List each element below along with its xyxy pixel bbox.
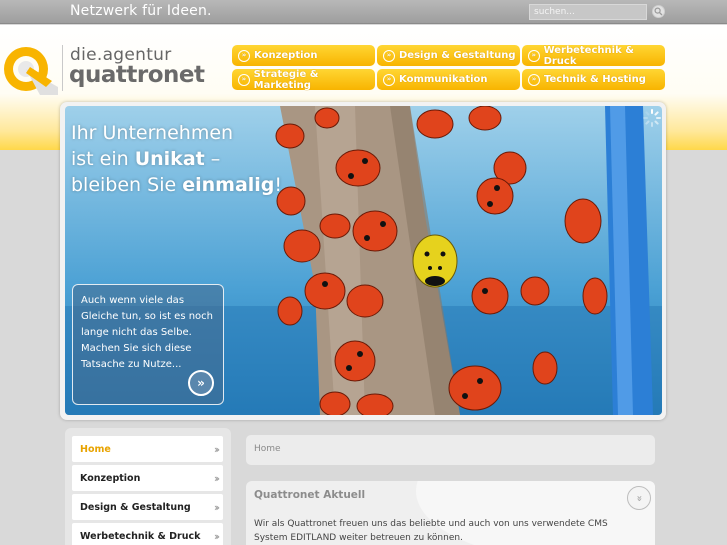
double-chevron-icon: ›› [213, 501, 220, 514]
double-chevron-icon: » [528, 49, 540, 62]
teaser-text: Auch wenn viele das Gleiche tun, so ist … [81, 295, 214, 370]
search-input[interactable] [529, 4, 647, 20]
loading-spinner-icon [643, 109, 661, 127]
nav-werbetechnik-druck[interactable]: » Werbetechnik & Druck [522, 44, 665, 67]
sidebar-nav: Home ›› Konzeption ›› Design & Gestaltun… [65, 428, 231, 545]
nav-kommunikation[interactable]: » Kommunikation [377, 69, 520, 90]
nav-label: Strategie & Marketing [253, 68, 319, 91]
double-chevron-icon: ›› [213, 530, 220, 543]
sidebar-item-werbetechnik-druck[interactable]: Werbetechnik & Druck ›› [72, 523, 223, 545]
double-chevron-icon: » [528, 73, 540, 86]
news-text: Wir als Quattronet freuen uns das belieb… [254, 519, 608, 543]
logo-divider [62, 45, 63, 91]
top-bar: Netzwerk für Ideen. [0, 0, 727, 24]
logo-q-icon[interactable] [0, 43, 58, 95]
sidebar-item-home[interactable]: Home ›› [72, 436, 223, 462]
double-chevron-down-icon: » [633, 494, 645, 502]
banner-headline: Ihr Unternehmen ist ein Unikat – bleiben… [71, 120, 282, 198]
nav-label: Werbetechnik & Druck [543, 44, 634, 67]
banner-teaser-box: Auch wenn viele das Gleiche tun, so ist … [72, 284, 224, 405]
logo-wordmark[interactable]: quattronet [69, 62, 205, 88]
double-chevron-icon: » [383, 49, 395, 62]
double-chevron-icon: ›› [213, 472, 220, 485]
double-chevron-icon: » [238, 73, 250, 86]
sidebar-item-label: Konzeption [80, 472, 141, 484]
nav-label: Technik & Hosting [544, 74, 646, 85]
slogan: Netzwerk für Ideen. [70, 3, 212, 19]
headline-line-2: ist ein Unikat – [71, 148, 221, 170]
nav-design-gestaltung[interactable]: » Design & Gestaltung [377, 45, 520, 66]
nav-label: Konzeption [254, 50, 318, 61]
sidebar-item-label: Home [80, 443, 111, 455]
news-panel: Quattronet Aktuell » Wir als Quattronet … [246, 481, 655, 545]
headline-line-3: bleiben Sie einmalig! [71, 174, 283, 196]
sidebar-item-design-gestaltung[interactable]: Design & Gestaltung ›› [72, 494, 223, 520]
headline-line-1: Ihr Unternehmen [71, 122, 234, 144]
double-chevron-icon: » [383, 73, 395, 86]
search-button[interactable] [652, 5, 665, 18]
search-icon [654, 7, 663, 16]
sidebar-item-label: Design & Gestaltung [80, 501, 191, 513]
double-chevron-icon: » [238, 49, 250, 62]
hero-banner: Ihr Unternehmen ist ein Unikat – bleiben… [65, 106, 662, 415]
nav-label: Design & Gestaltung [399, 50, 516, 61]
breadcrumb: Home [246, 435, 655, 465]
nav-technik-hosting[interactable]: » Technik & Hosting [522, 69, 665, 90]
sidebar-item-label: Werbetechnik & Druck [80, 530, 201, 542]
teaser-more-button[interactable]: » [188, 370, 214, 396]
double-chevron-icon: ›› [213, 443, 220, 456]
nav-strategie-marketing[interactable]: » Strategie & Marketing [232, 68, 375, 91]
sidebar-item-konzeption[interactable]: Konzeption ›› [72, 465, 223, 491]
breadcrumb-home-link[interactable]: Home [254, 444, 281, 454]
double-chevron-icon: » [197, 376, 205, 390]
expand-news-button[interactable]: » [627, 486, 651, 510]
news-title: Quattronet Aktuell [254, 489, 366, 501]
nav-konzeption[interactable]: » Konzeption [232, 45, 375, 66]
nav-label: Kommunikation [399, 74, 488, 85]
